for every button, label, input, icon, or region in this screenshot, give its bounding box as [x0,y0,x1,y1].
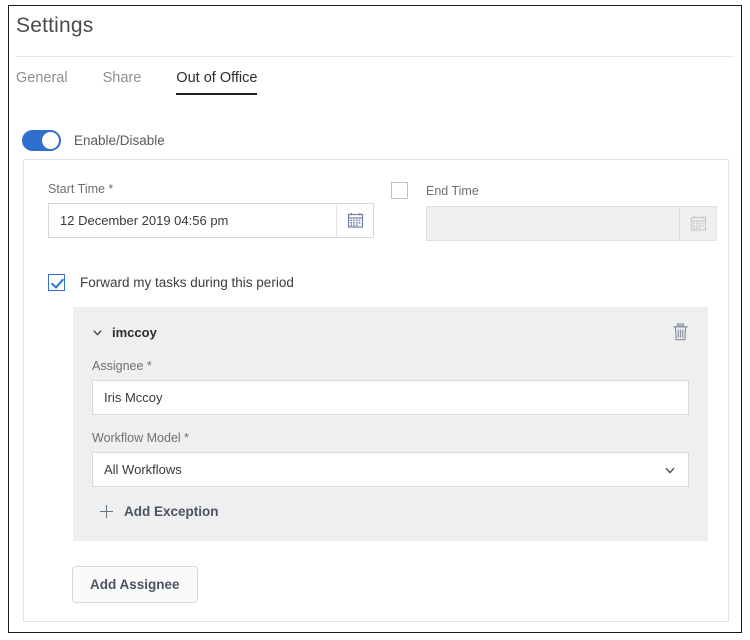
end-time-input[interactable] [427,207,679,240]
end-time-calendar-button[interactable] [679,207,716,240]
workflow-model-label: Workflow Model * [92,431,689,445]
forward-tasks-checkbox[interactable] [48,274,65,291]
assignee-label: Assignee * [92,359,689,373]
tab-general[interactable]: General [16,70,68,95]
plus-icon [100,505,113,518]
assignee-input[interactable] [92,380,689,415]
assignee-card: imccoy Assignee * Workflow [73,307,708,541]
assignee-field: Assignee * [92,359,689,415]
calendar-icon [347,212,364,229]
toggle-knob [42,132,59,149]
assignee-card-username: imccoy [112,325,157,340]
start-time-input-group [48,203,374,238]
calendar-icon [690,215,707,232]
tab-out-of-office-label: Out of Office [176,70,257,86]
end-time-input-group [426,206,717,241]
tab-bar: General Share Out of Office [16,70,257,95]
end-time-field: End Time [391,182,717,241]
add-assignee-button[interactable]: Add Assignee [72,566,198,603]
tab-share[interactable]: Share [103,70,142,95]
chevron-down-icon[interactable] [92,327,103,338]
end-time-label: End Time [426,184,479,198]
page-title: Settings [16,14,93,38]
enable-disable-toggle[interactable] [22,130,61,151]
delete-assignee-button[interactable] [672,323,689,341]
workflow-model-field: Workflow Model * [92,431,689,487]
tab-share-label: Share [103,70,142,86]
add-exception-label: Add Exception [124,504,219,519]
workflow-model-value[interactable] [92,452,689,487]
assignee-card-header: imccoy [92,321,689,343]
forward-tasks-label: Forward my tasks during this period [80,275,294,290]
start-time-field: Start Time * [48,182,374,238]
forward-tasks-row: Forward my tasks during this period [48,274,294,291]
add-exception-button[interactable]: Add Exception [92,504,219,519]
start-time-calendar-button[interactable] [336,204,373,237]
start-time-input[interactable] [49,204,336,237]
settings-window: Settings General Share Out of Office Ena… [8,5,742,633]
enable-disable-row: Enable/Disable [22,130,165,151]
trash-icon [672,323,689,341]
tab-out-of-office[interactable]: Out of Office [176,70,257,95]
workflow-model-select[interactable] [92,452,689,487]
title-divider [16,56,734,57]
enable-disable-label: Enable/Disable [74,133,165,148]
end-time-checkbox[interactable] [391,182,408,199]
start-time-label: Start Time * [48,182,374,196]
out-of-office-panel: Start Time * [23,159,729,622]
end-time-header: End Time [391,182,717,199]
tab-general-label: General [16,70,68,86]
